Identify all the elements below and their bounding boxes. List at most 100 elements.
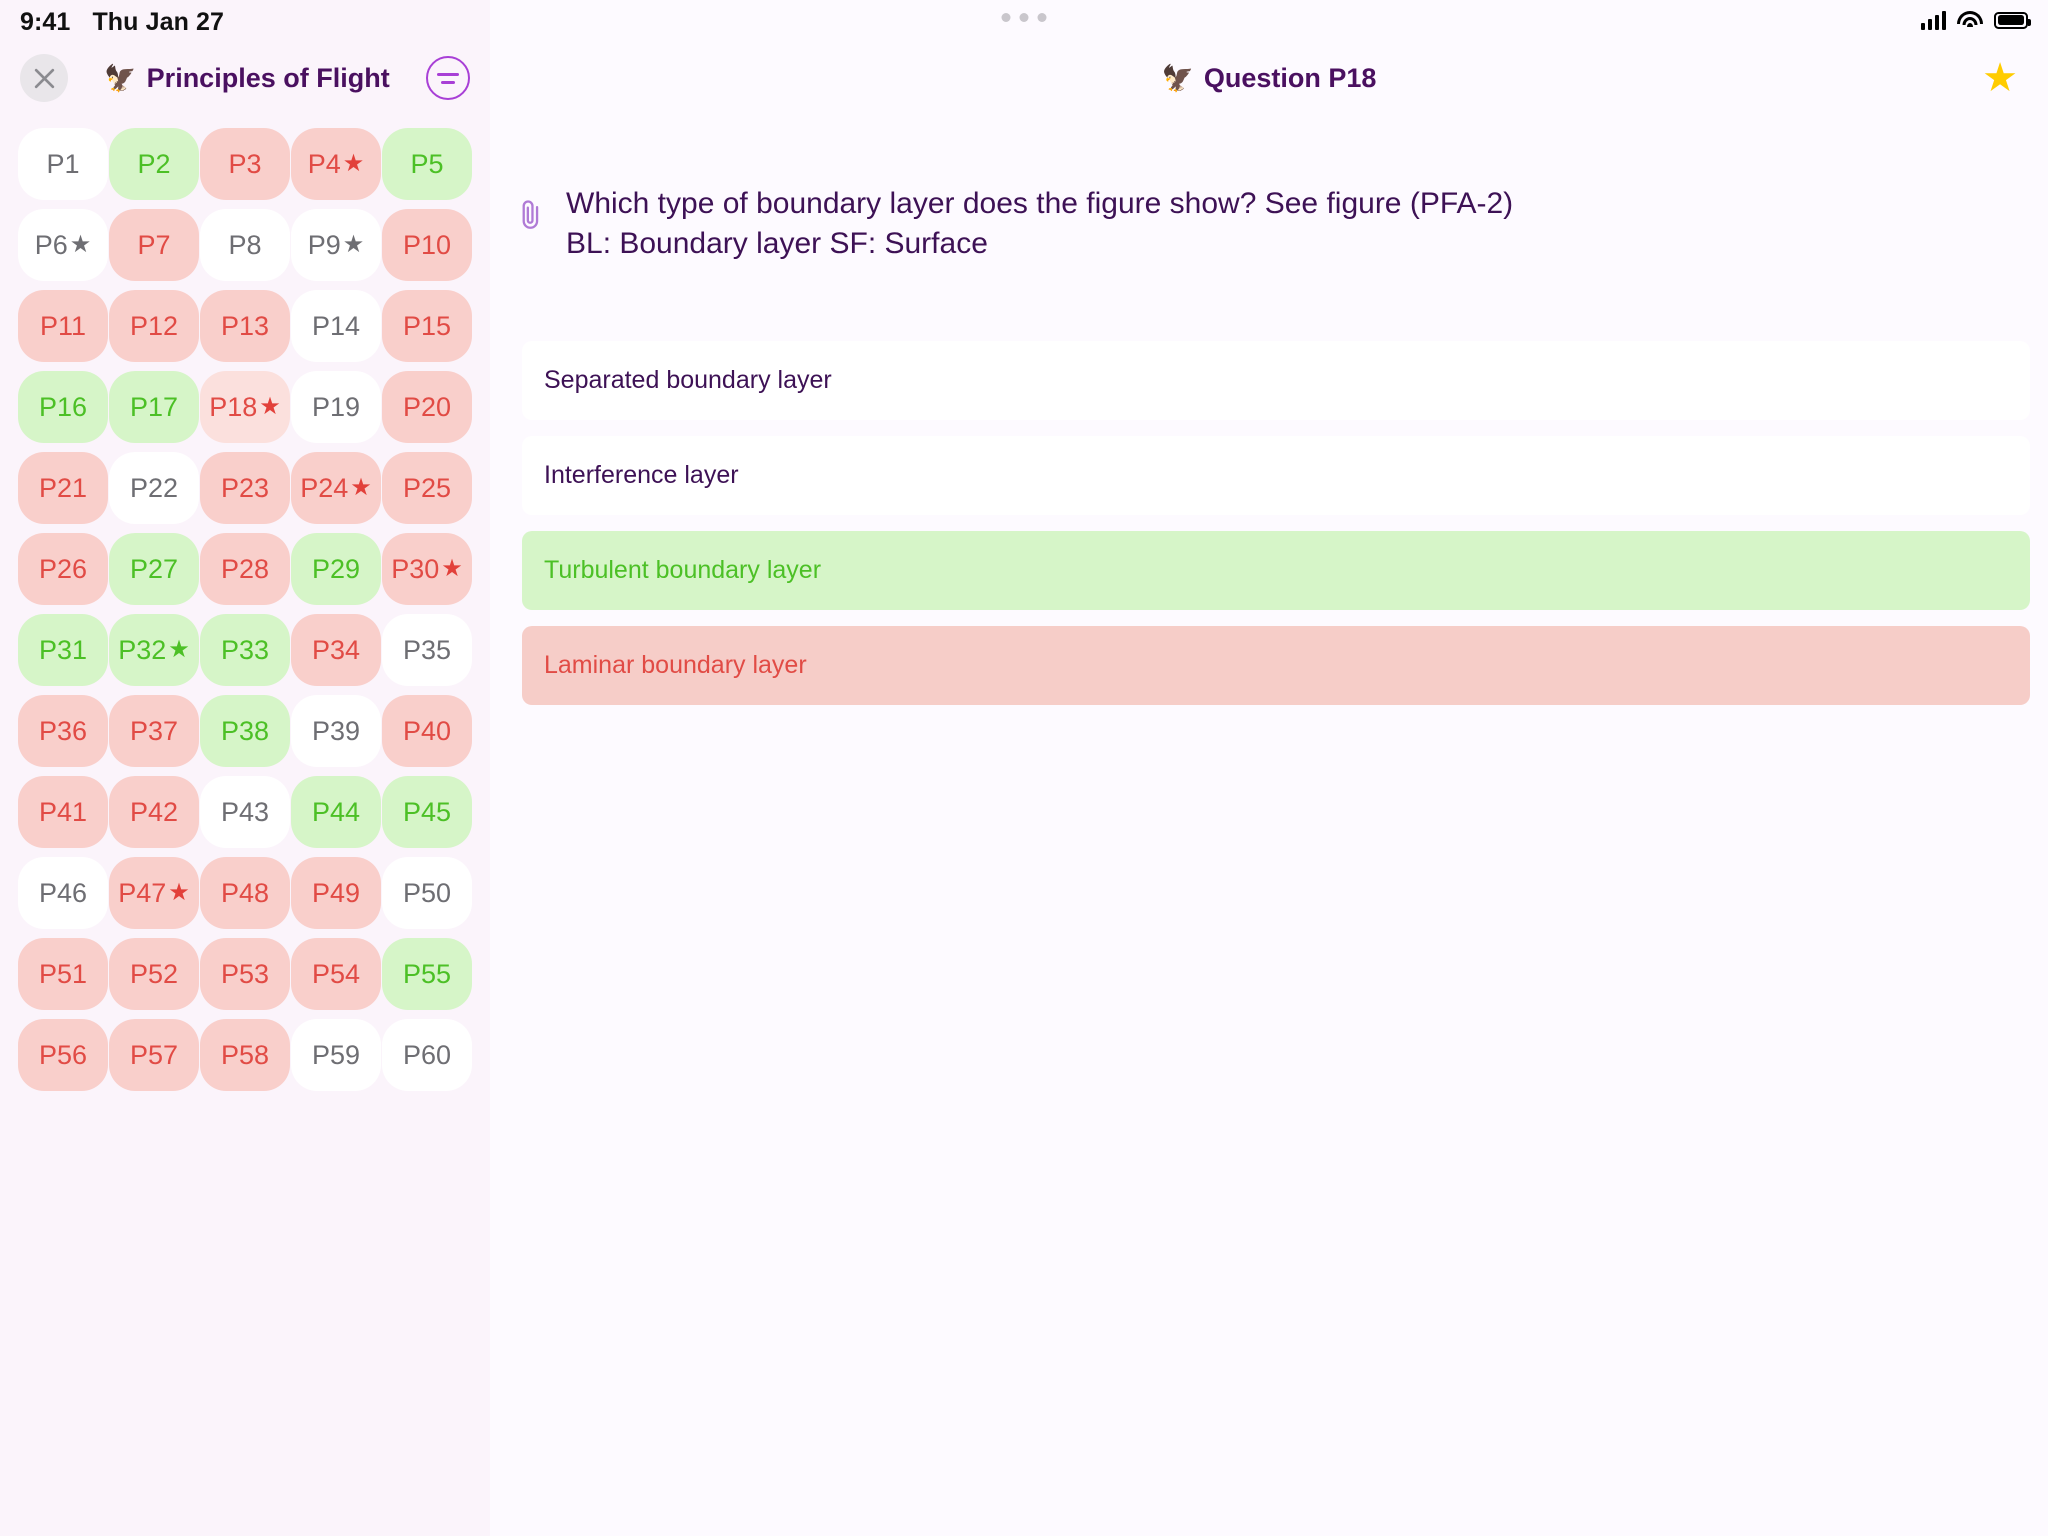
question-cell-label: P17 — [129, 391, 179, 422]
question-list-sidebar: 🦅 Principles of Flight P1 P2 P3 P4 ★ P5 P6 ★ P7 P… — [0, 0, 490, 1536]
question-cell-p50[interactable]: P50 — [382, 857, 472, 929]
favorite-star-button[interactable]: ★ — [1982, 58, 2018, 98]
question-cell-p16[interactable]: P16 — [18, 371, 108, 443]
question-cell-p42[interactable]: P42 — [109, 776, 199, 848]
question-cell-p45[interactable]: P45 — [382, 776, 472, 848]
question-cell-p37[interactable]: P37 — [109, 695, 199, 767]
question-cell-p12[interactable]: P12 — [109, 290, 199, 362]
question-cell-p11[interactable]: P11 — [18, 290, 108, 362]
question-cell-p43[interactable]: P43 — [200, 776, 290, 848]
question-cell-p9[interactable]: P9 ★ — [291, 209, 381, 281]
attachment-button[interactable] — [516, 184, 552, 237]
question-cell-p60[interactable]: P60 — [382, 1019, 472, 1091]
question-cell-label: P14 — [311, 310, 361, 341]
question-cell-p23[interactable]: P23 — [200, 452, 290, 524]
question-cell-p57[interactable]: P57 — [109, 1019, 199, 1091]
question-cell-p41[interactable]: P41 — [18, 776, 108, 848]
question-cell-p58[interactable]: P58 — [200, 1019, 290, 1091]
question-cell-p22[interactable]: P22 — [109, 452, 199, 524]
filter-icon-line — [437, 72, 459, 76]
question-cell-p44[interactable]: P44 — [291, 776, 381, 848]
question-cell-p14[interactable]: P14 — [291, 290, 381, 362]
question-cell-p6[interactable]: P6 ★ — [18, 209, 108, 281]
question-cell-p1[interactable]: P1 — [18, 128, 108, 200]
question-cell-label: P56 — [38, 1039, 88, 1070]
question-cell-p32[interactable]: P32 ★ — [109, 614, 199, 686]
star-icon: ★ — [69, 231, 92, 258]
question-cell-p53[interactable]: P53 — [200, 938, 290, 1010]
question-cell-label: P29 — [311, 553, 361, 584]
question-cell-p55[interactable]: P55 — [382, 938, 472, 1010]
answer-option[interactable]: Interference layer — [522, 436, 2030, 516]
question-cell-p48[interactable]: P48 — [200, 857, 290, 929]
question-title: 🦅 Question P18 — [1162, 63, 1377, 94]
question-cell-p28[interactable]: P28 — [200, 533, 290, 605]
question-cell-p31[interactable]: P31 — [18, 614, 108, 686]
question-cell-p4[interactable]: P4 ★ — [291, 128, 381, 200]
question-cell-label: P49 — [311, 877, 361, 908]
question-cell-label: P33 — [220, 634, 270, 665]
sidebar-title-text: Principles of Flight — [146, 62, 390, 93]
question-cell-label: P57 — [129, 1039, 179, 1070]
question-cell-p15[interactable]: P15 — [382, 290, 472, 362]
question-cell-p46[interactable]: P46 — [18, 857, 108, 929]
question-cell-p19[interactable]: P19 — [291, 371, 381, 443]
question-cell-p36[interactable]: P36 — [18, 695, 108, 767]
question-cell-p33[interactable]: P33 — [200, 614, 290, 686]
question-cell-p38[interactable]: P38 — [200, 695, 290, 767]
question-cell-p2[interactable]: P2 — [109, 128, 199, 200]
question-cell-label: P36 — [38, 715, 88, 746]
question-cell-p34[interactable]: P34 — [291, 614, 381, 686]
question-cell-p59[interactable]: P59 — [291, 1019, 381, 1091]
question-cell-p30[interactable]: P30 ★ — [382, 533, 472, 605]
question-cell-p27[interactable]: P27 — [109, 533, 199, 605]
question-title-text: Question P18 — [1203, 62, 1377, 93]
answer-option[interactable]: Laminar boundary layer — [522, 626, 2030, 706]
question-cell-p39[interactable]: P39 — [291, 695, 381, 767]
question-cell-p3[interactable]: P3 — [200, 128, 290, 200]
question-cell-p5[interactable]: P5 — [382, 128, 472, 200]
question-cell-label: P53 — [220, 958, 270, 989]
question-cell-p24[interactable]: P24 ★ — [291, 452, 381, 524]
close-button[interactable] — [20, 54, 68, 102]
question-cell-label: P45 — [402, 796, 452, 827]
question-cell-p18[interactable]: P18 ★ — [200, 371, 290, 443]
sidebar-header: 🦅 Principles of Flight — [0, 44, 490, 112]
question-cell-p7[interactable]: P7 — [109, 209, 199, 281]
question-cell-p47[interactable]: P47 ★ — [109, 857, 199, 929]
question-cell-p13[interactable]: P13 — [200, 290, 290, 362]
question-cell-label: P22 — [129, 472, 179, 503]
question-cell-label: P58 — [220, 1039, 270, 1070]
eagle-icon: 🦅 — [104, 63, 137, 93]
question-cell-label: P1 — [46, 148, 80, 179]
answer-option-label: Laminar boundary layer — [544, 651, 807, 680]
question-detail-panel: 🦅 Question P18 ★ Which type of boundary … — [490, 0, 2048, 1536]
question-cell-label: P44 — [311, 796, 361, 827]
question-cell-p8[interactable]: P8 — [200, 209, 290, 281]
answer-option[interactable]: Separated boundary layer — [522, 341, 2030, 421]
question-cell-p21[interactable]: P21 — [18, 452, 108, 524]
question-cell-p26[interactable]: P26 — [18, 533, 108, 605]
question-cell-p56[interactable]: P56 — [18, 1019, 108, 1091]
question-cell-label: P9 — [307, 229, 341, 260]
question-cell-p35[interactable]: P35 — [382, 614, 472, 686]
question-cell-p20[interactable]: P20 — [382, 371, 472, 443]
question-grid: P1 P2 P3 P4 ★ P5 P6 ★ P7 P8 P9 ★ P10 P11 P12 P13 P14 P15 P… — [0, 112, 490, 1091]
question-cell-label: P23 — [220, 472, 270, 503]
question-cell-p40[interactable]: P40 — [382, 695, 472, 767]
star-icon: ★ — [342, 150, 365, 177]
question-cell-label: P47 — [118, 877, 167, 908]
answer-option-label: Interference layer — [544, 461, 739, 490]
question-cell-p17[interactable]: P17 — [109, 371, 199, 443]
filter-button[interactable] — [426, 56, 470, 100]
answer-option[interactable]: Turbulent boundary layer — [522, 531, 2030, 611]
question-cell-p54[interactable]: P54 — [291, 938, 381, 1010]
question-cell-p25[interactable]: P25 — [382, 452, 472, 524]
question-cell-p29[interactable]: P29 — [291, 533, 381, 605]
question-cell-p51[interactable]: P51 — [18, 938, 108, 1010]
question-cell-p10[interactable]: P10 — [382, 209, 472, 281]
question-cell-p52[interactable]: P52 — [109, 938, 199, 1010]
question-cell-p49[interactable]: P49 — [291, 857, 381, 929]
answer-option-label: Turbulent boundary layer — [544, 556, 822, 585]
paperclip-icon — [522, 200, 539, 229]
